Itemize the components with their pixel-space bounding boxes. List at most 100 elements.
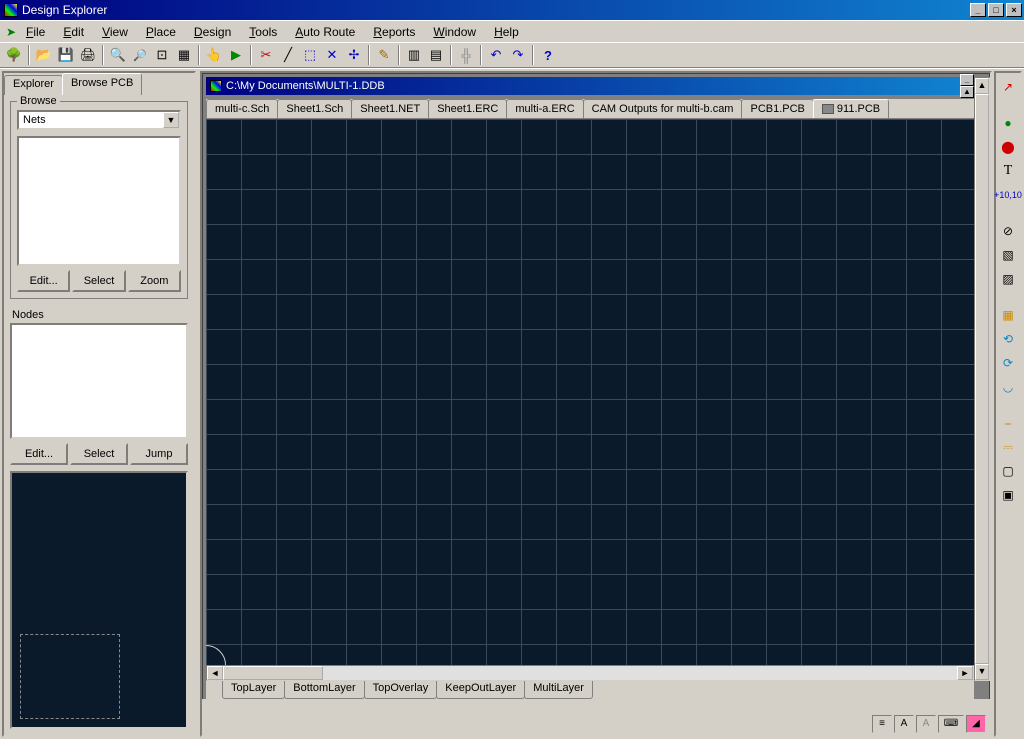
nets-listbox[interactable] [17, 136, 181, 266]
tab-multi-a-erc[interactable]: multi-a.ERC [506, 99, 583, 118]
menu-help[interactable]: Help [486, 23, 527, 41]
layer-top[interactable]: TopLayer [222, 681, 285, 699]
deselect-icon[interactable]: ✕ [322, 45, 342, 65]
redo-icon[interactable]: ↷ [508, 45, 528, 65]
layer-multi[interactable]: MultiLayer [524, 681, 593, 699]
cut-icon[interactable]: ✂ [256, 45, 276, 65]
tab-911-label: 911.PCB [837, 103, 880, 115]
select-rect-icon[interactable]: ⬚ [300, 45, 320, 65]
open-icon[interactable]: 📂 [34, 45, 54, 65]
lib2-icon[interactable]: ▤ [426, 45, 446, 65]
zoom-out-icon[interactable]: 🔎 [130, 45, 150, 65]
menu-file[interactable]: File [18, 23, 53, 41]
layer-topoverlay[interactable]: TopOverlay [364, 681, 438, 699]
nets-edit-button[interactable]: Edit... [17, 270, 70, 292]
maximize-button[interactable]: □ [988, 3, 1004, 17]
status-a2[interactable]: A [916, 715, 936, 733]
nodes-select-button[interactable]: Select [70, 443, 128, 465]
doc-maximize-button[interactable]: ▲ [960, 86, 974, 98]
tab-sheet1-erc[interactable]: Sheet1.ERC [428, 99, 507, 118]
arc2-tool-icon[interactable]: ⟳ [998, 353, 1018, 373]
tab-pcb1[interactable]: PCB1.PCB [741, 99, 813, 118]
arc1-tool-icon[interactable]: ⟲ [998, 329, 1018, 349]
nets-zoom-button[interactable]: Zoom [128, 270, 181, 292]
status-lines-icon[interactable]: ≡ [872, 715, 892, 733]
nets-select-button[interactable]: Select [72, 270, 125, 292]
move-icon[interactable]: ✢ [344, 45, 364, 65]
fill-tool-icon[interactable]: ▧ [998, 245, 1018, 265]
zoom-window-icon[interactable]: ▦ [174, 45, 194, 65]
tool-icon[interactable]: ▶ [226, 45, 246, 65]
close-button[interactable]: × [1006, 3, 1022, 17]
pcb-canvas[interactable] [206, 119, 974, 665]
menu-tools[interactable]: Tools [241, 23, 285, 41]
status-a1[interactable]: A [894, 715, 914, 733]
nodes-jump-button[interactable]: Jump [130, 443, 188, 465]
scroll-left-icon[interactable]: ◄ [207, 666, 223, 680]
board-preview[interactable] [10, 471, 188, 729]
scroll-down-icon[interactable]: ▼ [975, 664, 989, 680]
menu-view[interactable]: View [94, 23, 136, 41]
minimize-button[interactable]: _ [970, 3, 986, 17]
lib1-icon[interactable]: ▥ [404, 45, 424, 65]
route1-tool-icon[interactable]: ⎯ [998, 413, 1018, 433]
status-eraser-icon[interactable]: ◢ [966, 715, 986, 733]
layer-keepout[interactable]: KeepOutLayer [436, 681, 525, 699]
chip-tool-icon[interactable]: ▣ [998, 485, 1018, 505]
doc-minimize-button[interactable]: _ [960, 74, 974, 86]
hand-icon[interactable]: 👆 [204, 45, 224, 65]
route2-tool-icon[interactable]: ⎓ [998, 437, 1018, 457]
scroll-right-icon[interactable]: ► [957, 666, 973, 680]
track-tool-icon[interactable]: ⊘ [998, 221, 1018, 241]
line-icon[interactable]: ╱ [278, 45, 298, 65]
zoom-fit-icon[interactable]: ⊡ [152, 45, 172, 65]
tab-sheet1-sch[interactable]: Sheet1.Sch [277, 99, 352, 118]
menu-edit[interactable]: Edit [55, 23, 92, 41]
v-scroll-thumb[interactable] [975, 94, 989, 664]
polygon-tool-icon[interactable]: ▨ [998, 269, 1018, 289]
tab-browse-pcb[interactable]: Browse PCB [62, 73, 142, 95]
menu-design[interactable]: Design [186, 23, 239, 41]
nets-dropdown-value: Nets [19, 112, 163, 128]
drc-icon[interactable]: ✎ [374, 45, 394, 65]
text-tool-icon[interactable]: T [998, 161, 1018, 181]
statusbar: ≡ A A ⌨ ◢ [202, 699, 990, 735]
menu-autoroute[interactable]: Auto Route [287, 23, 363, 41]
grid-icon[interactable]: ╬ [456, 45, 476, 65]
h-scroll-thumb[interactable] [223, 666, 323, 680]
rect-tool-icon[interactable]: ▢ [998, 461, 1018, 481]
comp-tool-icon[interactable]: ▦ [998, 305, 1018, 325]
help-icon[interactable]: ? [538, 45, 558, 65]
layer-bottom[interactable]: BottomLayer [284, 681, 364, 699]
doc-icon [210, 80, 222, 92]
menu-window[interactable]: Window [425, 23, 484, 41]
via-tool-icon[interactable]: ● [998, 113, 1018, 133]
menu-place[interactable]: Place [138, 23, 184, 41]
nodes-listbox[interactable] [10, 323, 188, 439]
doc-title: C:\My Documents\MULTI-1.DDB [226, 80, 960, 92]
doc-titlebar: C:\My Documents\MULTI-1.DDB _ ▲ [206, 77, 974, 95]
dropdown-arrow-icon[interactable]: ▼ [163, 112, 179, 128]
nets-dropdown[interactable]: Nets ▼ [17, 110, 181, 130]
tab-explorer[interactable]: Explorer [4, 75, 63, 95]
scroll-up-icon[interactable]: ▲ [975, 78, 989, 94]
tab-cam-outputs[interactable]: CAM Outputs for multi-b.cam [583, 99, 743, 118]
zoom-in-icon[interactable]: 🔍 [108, 45, 128, 65]
dimension-tool-icon[interactable]: +10,10 [998, 185, 1018, 205]
tree-icon[interactable]: 🌳 [4, 45, 24, 65]
save-icon[interactable]: 💾 [56, 45, 76, 65]
tab-911-pcb[interactable]: 911.PCB [813, 99, 889, 118]
menu-reports[interactable]: Reports [365, 23, 423, 41]
v-scrollbar[interactable]: ▲ ▼ [974, 77, 990, 681]
doc-tabs: multi-c.Sch Sheet1.Sch Sheet1.NET Sheet1… [206, 99, 974, 119]
undo-icon[interactable]: ↶ [486, 45, 506, 65]
print-icon[interactable]: 🖨 [78, 45, 98, 65]
arc3-tool-icon[interactable]: ◡ [998, 377, 1018, 397]
status-kbd-icon[interactable]: ⌨ [938, 715, 964, 733]
pad-tool-icon[interactable]: ⬤ [998, 137, 1018, 157]
tab-sheet1-net[interactable]: Sheet1.NET [351, 99, 429, 118]
tab-multi-c-sch[interactable]: multi-c.Sch [206, 99, 278, 118]
arrow-tool-icon[interactable]: ↗ [998, 77, 1018, 97]
nodes-edit-button[interactable]: Edit... [10, 443, 68, 465]
h-scrollbar[interactable]: ◄ ► [206, 665, 974, 681]
